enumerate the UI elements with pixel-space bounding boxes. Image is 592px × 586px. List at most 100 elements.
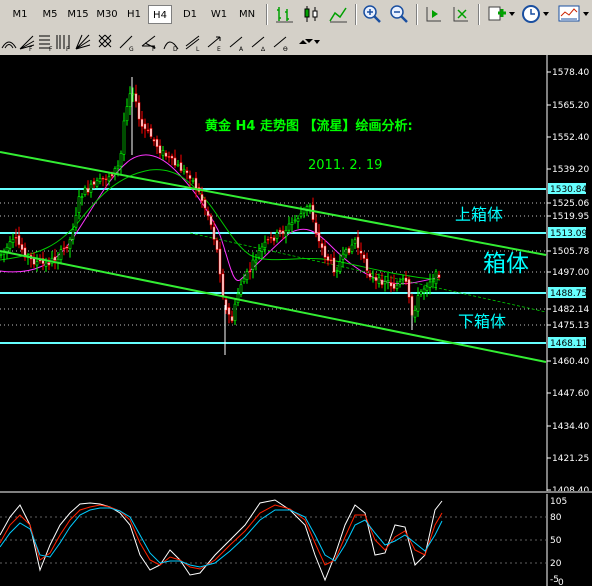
line-chart-icon[interactable] bbox=[327, 3, 349, 25]
ellipse-tool-icon[interactable]: Ѳ bbox=[272, 32, 290, 52]
svg-text:F: F bbox=[66, 46, 70, 52]
timeframe-m1[interactable]: M1 bbox=[8, 5, 32, 24]
candle-body bbox=[275, 232, 279, 239]
candle-body bbox=[122, 120, 126, 155]
candle-body bbox=[353, 239, 357, 244]
chart-shift-icon[interactable] bbox=[450, 3, 472, 25]
bar-chart-icon[interactable] bbox=[273, 3, 295, 25]
terminal-window: M1 M5 M15 M30 H1 H4 D1 W1 MN F F F G P D… bbox=[0, 0, 592, 586]
annotation-box: 箱体 bbox=[483, 251, 529, 277]
indicators-icon[interactable] bbox=[486, 3, 508, 25]
candle-body bbox=[341, 253, 345, 260]
candle-body bbox=[317, 232, 321, 242]
price-chart[interactable]: 1578.40 1565.20 1552.40 1539.20 1525.06 … bbox=[0, 55, 592, 586]
timeframe-h1[interactable]: H1 bbox=[122, 5, 146, 24]
candle-body bbox=[44, 262, 48, 267]
fibo-timezones-icon[interactable]: F bbox=[54, 32, 72, 52]
templates-icon[interactable] bbox=[557, 3, 581, 25]
candle-body bbox=[119, 153, 123, 167]
gann-fan-icon[interactable] bbox=[74, 32, 92, 52]
timeframe-m5[interactable]: M5 bbox=[36, 5, 64, 24]
candle-body bbox=[53, 256, 57, 261]
svg-text:A: A bbox=[239, 46, 244, 52]
cycle-lines-icon[interactable]: D bbox=[162, 32, 180, 52]
price-tick-1475: 1475.13 bbox=[547, 321, 589, 331]
fibo-arc-icon[interactable] bbox=[0, 32, 18, 52]
chevron-down-icon[interactable] bbox=[509, 11, 515, 17]
zoom-in-icon[interactable] bbox=[361, 3, 383, 25]
candle-body bbox=[377, 277, 381, 284]
candle-body bbox=[77, 196, 81, 213]
price-tick-label: 1434.40 bbox=[552, 422, 589, 432]
candle-body bbox=[149, 128, 153, 138]
price-tick-label: 1519.95 bbox=[552, 212, 589, 222]
candle-body bbox=[269, 237, 273, 239]
candle-body bbox=[272, 237, 276, 242]
andrews-pitchfork-icon[interactable]: P bbox=[140, 32, 158, 52]
candle-body bbox=[428, 281, 432, 288]
candle-body bbox=[185, 170, 189, 174]
candle-body bbox=[92, 181, 96, 185]
candle-body bbox=[242, 278, 246, 283]
candle-body bbox=[74, 215, 78, 228]
candle-body bbox=[176, 164, 180, 167]
price-tick-label: 1421.25 bbox=[552, 454, 589, 464]
timeframe-mn[interactable]: MN bbox=[234, 5, 260, 24]
candle-body bbox=[311, 204, 315, 221]
candle-body bbox=[389, 282, 393, 287]
candle-body bbox=[71, 229, 75, 240]
candle-body bbox=[434, 271, 438, 285]
fibo-expansion-icon[interactable]: F bbox=[36, 32, 54, 52]
arrows-tool-icon[interactable] bbox=[296, 32, 314, 52]
candle-body bbox=[413, 310, 417, 318]
timeframe-w1[interactable]: W1 bbox=[206, 5, 232, 24]
candle-body bbox=[83, 187, 87, 195]
svg-text:D: D bbox=[173, 46, 178, 52]
timeframe-d1[interactable]: D1 bbox=[178, 5, 202, 24]
candle-body bbox=[194, 177, 198, 190]
fibo-fan-icon[interactable]: F bbox=[18, 32, 36, 52]
price-tick-1578: 1578.40 bbox=[547, 68, 589, 78]
candle-body bbox=[380, 279, 384, 286]
triangle-tool-icon[interactable]: ∆ bbox=[250, 32, 268, 52]
toolbar-separator bbox=[416, 4, 418, 25]
chevron-down-icon[interactable] bbox=[583, 11, 589, 17]
svg-text:∆: ∆ bbox=[260, 46, 266, 52]
candle-body bbox=[251, 259, 255, 270]
clock-icon[interactable] bbox=[520, 3, 542, 25]
toolbar-separator bbox=[355, 4, 357, 25]
timeframe-m30[interactable]: M30 bbox=[92, 5, 122, 24]
arrow-label-icon[interactable]: Е bbox=[206, 32, 224, 52]
price-tick-1482: 1482.14 bbox=[547, 305, 589, 315]
annotation-lower-box: 下箱体 bbox=[458, 312, 506, 331]
candle-body bbox=[431, 280, 435, 283]
indicator-tick-label: 105 bbox=[550, 497, 567, 507]
chevron-down-icon[interactable] bbox=[314, 39, 320, 45]
candle-body bbox=[290, 222, 294, 226]
rectangle-tool-icon[interactable]: A bbox=[228, 32, 246, 52]
svg-text:G: G bbox=[129, 46, 134, 52]
candlestick-icon[interactable] bbox=[300, 3, 322, 25]
candle-body bbox=[161, 150, 165, 156]
candle-body bbox=[293, 219, 297, 222]
regression-channel-icon[interactable]: L bbox=[184, 32, 202, 52]
svg-text:F: F bbox=[29, 46, 33, 52]
gann-line-icon[interactable]: G bbox=[118, 32, 136, 52]
candle-body bbox=[80, 196, 84, 198]
candle-body bbox=[20, 244, 24, 251]
auto-scroll-icon[interactable] bbox=[423, 3, 445, 25]
timeframe-h4[interactable]: H4 bbox=[148, 5, 172, 24]
zoom-out-icon[interactable] bbox=[388, 3, 410, 25]
price-tick-label: 1447.60 bbox=[552, 389, 589, 399]
annotation-title: 黄金 H4 走势图 【流星】绘画分析: bbox=[205, 118, 413, 134]
price-tag-label: 1468.11 bbox=[550, 339, 587, 349]
candle-body bbox=[416, 295, 420, 312]
svg-text:P: P bbox=[152, 46, 156, 52]
price-tick-label: 1505.78 bbox=[552, 247, 589, 257]
gann-grid-icon[interactable] bbox=[96, 32, 114, 52]
annotation-date: 2011. 2. 19 bbox=[308, 158, 382, 173]
timeframe-m15[interactable]: M15 bbox=[64, 5, 92, 24]
candle-body bbox=[329, 259, 333, 262]
price-tick-1505: 1505.78 bbox=[547, 247, 589, 257]
chevron-down-icon[interactable] bbox=[543, 11, 549, 17]
